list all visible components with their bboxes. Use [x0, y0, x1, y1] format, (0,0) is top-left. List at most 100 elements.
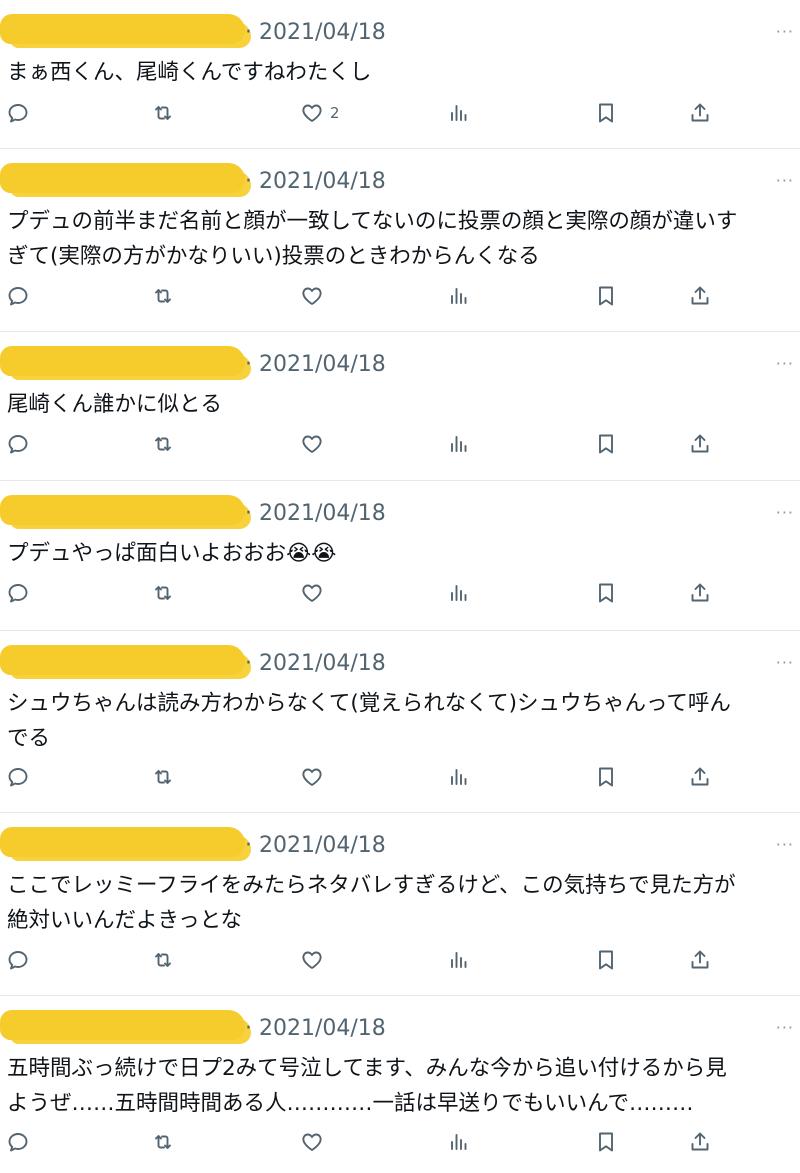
- bookmark-button[interactable]: [594, 93, 618, 133]
- like-button[interactable]: [300, 276, 330, 316]
- more-options-icon[interactable]: ···: [776, 653, 794, 672]
- views-button[interactable]: [447, 757, 471, 797]
- views-button[interactable]: [447, 940, 471, 980]
- reply-button[interactable]: [6, 424, 30, 464]
- tweet-item[interactable]: · 2021/04/18 ··· まぁ西くん、尾崎くんですねわたくし 2: [0, 0, 800, 149]
- tweet-actions: [0, 424, 800, 464]
- share-icon: [691, 767, 709, 786]
- like-button[interactable]: 2: [300, 93, 340, 133]
- views-icon: [451, 1134, 467, 1150]
- retweet-icon: [155, 770, 171, 784]
- redacted-username: [0, 346, 245, 376]
- tweet-text: まぁ西くん、尾崎くんですねわたくし: [7, 60, 372, 85]
- tweet-date: · 2021/04/18: [245, 833, 386, 858]
- tweet-text: プデュやっぱ面白いよおおお😭😭: [7, 541, 337, 566]
- more-options-icon[interactable]: ···: [776, 835, 794, 854]
- like-icon: [302, 584, 322, 602]
- like-button[interactable]: [300, 573, 330, 613]
- bookmark-icon: [599, 950, 613, 970]
- reply-button[interactable]: [6, 93, 30, 133]
- like-icon: [302, 287, 322, 305]
- views-icon: [451, 105, 467, 121]
- share-icon: [691, 950, 709, 969]
- like-button[interactable]: [300, 1122, 330, 1162]
- tweet-item[interactable]: · 2021/04/18 ··· ここでレッミーフライをみたらネタバレすぎるけど…: [0, 813, 800, 996]
- share-button[interactable]: [688, 276, 712, 316]
- bookmark-button[interactable]: [594, 424, 618, 464]
- tweet-text: プデュの前半まだ名前と顔が一致してないのに投票の顔と実際の顔が違いす ぎて(実際…: [7, 209, 738, 269]
- share-button[interactable]: [688, 940, 712, 980]
- share-icon: [691, 434, 709, 453]
- bookmark-icon: [599, 767, 613, 787]
- reply-button[interactable]: [6, 1122, 30, 1162]
- retweet-button[interactable]: [151, 940, 175, 980]
- share-icon: [691, 286, 709, 305]
- tweet-item[interactable]: · 2021/04/18 ··· 五時間ぶっ続けで日プ2みて号泣してます、みんな…: [0, 996, 800, 1173]
- reply-button[interactable]: [6, 940, 30, 980]
- reply-icon: [8, 1133, 28, 1152]
- reply-button[interactable]: [6, 276, 30, 316]
- like-icon: [302, 1133, 322, 1151]
- tweet-item[interactable]: · 2021/04/18 ··· プデュの前半まだ名前と顔が一致してないのに投票…: [0, 149, 800, 332]
- like-icon: [302, 435, 322, 453]
- reply-button[interactable]: [6, 573, 30, 613]
- retweet-button[interactable]: [151, 757, 175, 797]
- more-options-icon[interactable]: ···: [776, 503, 794, 522]
- share-icon: [691, 1132, 709, 1151]
- bookmark-icon: [599, 1132, 613, 1152]
- tweet-item[interactable]: · 2021/04/18 ··· 尾崎くん誰かに似とる: [0, 332, 800, 481]
- retweet-icon: [155, 289, 171, 303]
- bookmark-button[interactable]: [594, 757, 618, 797]
- like-icon: [302, 951, 322, 969]
- bookmark-icon: [599, 286, 613, 306]
- share-icon: [691, 103, 709, 122]
- retweet-button[interactable]: [151, 1122, 175, 1162]
- share-button[interactable]: [688, 573, 712, 613]
- tweet-item[interactable]: · 2021/04/18 ··· シュウちゃんは読み方わからなくて(覚えられなく…: [0, 631, 800, 813]
- like-button[interactable]: [300, 940, 330, 980]
- tweet-text: 五時間ぶっ続けで日プ2みて号泣してます、みんな今から追い付けるから見 ようぜ………: [7, 1056, 727, 1116]
- views-button[interactable]: [447, 276, 471, 316]
- bookmark-button[interactable]: [594, 1122, 618, 1162]
- reply-button[interactable]: [6, 757, 30, 797]
- tweet-text: ここでレッミーフライをみたらネタバレすぎるけど、この気持ちで見た方が 絶対いいん…: [7, 873, 736, 933]
- share-button[interactable]: [688, 424, 712, 464]
- tweet-date: · 2021/04/18: [245, 651, 386, 676]
- retweet-icon: [155, 106, 171, 120]
- redacted-username: [0, 495, 245, 525]
- share-button[interactable]: [688, 757, 712, 797]
- retweet-button[interactable]: [151, 573, 175, 613]
- tweet-item[interactable]: · 2021/04/18 ··· プデュやっぱ面白いよおおお😭😭: [0, 481, 800, 631]
- reply-icon: [8, 104, 28, 123]
- share-button[interactable]: [688, 93, 712, 133]
- retweet-icon: [155, 437, 171, 451]
- like-button[interactable]: [300, 424, 330, 464]
- retweet-icon: [155, 586, 171, 600]
- views-button[interactable]: [447, 1122, 471, 1162]
- more-options-icon[interactable]: ···: [776, 1018, 794, 1037]
- share-button[interactable]: [688, 1122, 712, 1162]
- tweet-date: · 2021/04/18: [245, 20, 386, 45]
- retweet-button[interactable]: [151, 424, 175, 464]
- reply-icon: [8, 768, 28, 787]
- tweet-actions: [0, 1122, 800, 1162]
- tweet-text: シュウちゃんは読み方わからなくて(覚えられなくて)シュウちゃんって呼ん でる: [7, 691, 731, 751]
- more-options-icon[interactable]: ···: [776, 22, 794, 41]
- like-button[interactable]: [300, 757, 330, 797]
- views-button[interactable]: [447, 573, 471, 613]
- bookmark-icon: [599, 583, 613, 603]
- retweet-button[interactable]: [151, 276, 175, 316]
- bookmark-button[interactable]: [594, 276, 618, 316]
- tweet-date: · 2021/04/18: [245, 352, 386, 377]
- views-button[interactable]: [447, 424, 471, 464]
- views-button[interactable]: [447, 93, 471, 133]
- retweet-button[interactable]: [151, 93, 175, 133]
- views-icon: [451, 288, 467, 304]
- share-icon: [691, 583, 709, 602]
- bookmark-button[interactable]: [594, 573, 618, 613]
- tweet-text: 尾崎くん誰かに似とる: [7, 392, 223, 417]
- more-options-icon[interactable]: ···: [776, 354, 794, 373]
- tweet-actions: 2: [0, 93, 800, 133]
- more-options-icon[interactable]: ···: [776, 171, 794, 190]
- bookmark-button[interactable]: [594, 940, 618, 980]
